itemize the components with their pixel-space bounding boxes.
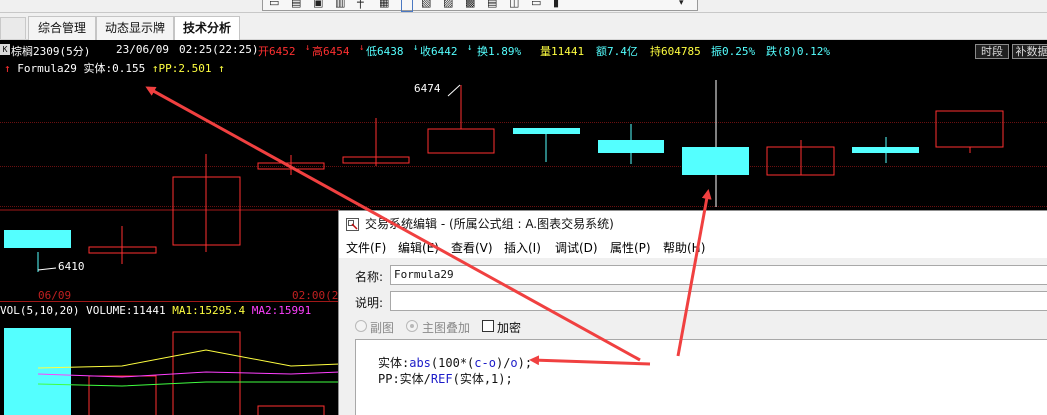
tab-bar: 综合管理 动态显示牌 技术分析 [0,13,1047,41]
toolbar-button-group: ▭ ▤ ▣ ▥ ┼ ▦ ▧ ▨ ▩ ▤ ◫ ▭ ▮ ▾ [262,0,698,12]
code-text: ); [517,356,533,370]
vol-name: VOL(5,10,20) [0,304,80,317]
ma1-line [37,349,340,369]
code-line-1: 实体:abs(100*(c-o)/o); [378,354,532,371]
code-text: PP:实体/ [378,372,431,386]
sub-chart-label: 副图 [370,321,395,335]
description-row: 说明: [339,291,1047,313]
compare-icon[interactable] [401,0,413,12]
high-price-label: 6474 [414,82,441,95]
drawing-icon[interactable]: ▤ [291,0,305,8]
candle-down [598,140,664,153]
candle-up [427,128,495,154]
main-overlay-radio[interactable] [406,320,418,332]
menu-properties[interactable]: 属性(P) [610,238,651,258]
menu-view[interactable]: 查看(V) [451,238,493,258]
encrypt-label: 加密 [497,321,522,335]
more-icon[interactable]: ▮ [553,0,567,8]
volume-chart [4,328,340,415]
menu-insert[interactable]: 插入(I) [504,238,541,258]
high-marker-line [447,84,461,97]
low-marker-line [37,267,57,271]
ma2-value: MA2:15991 [251,304,312,317]
formula-editor-dialog: 交易系统编辑 - (所属公式组 : A.图表交易系统) 文件(F) 编辑(E) … [338,210,1047,415]
layout-icon[interactable]: ▣ [313,0,327,8]
code-text: (实体,1); [452,372,513,386]
candle-up [935,110,1004,148]
indicator-icon[interactable]: ▦ [379,0,393,8]
volume-bar [257,405,325,415]
candle-down [682,147,749,175]
menu-debug[interactable]: 调试(D) [555,238,598,258]
tab-stub[interactable] [0,17,26,39]
volume-bar [4,328,71,415]
name-row: 名称: Formula29 [339,265,1047,287]
candle-down [852,147,919,153]
menu-file[interactable]: 文件(F) [346,238,386,258]
description-field[interactable] [390,291,1047,311]
trading-software-window: ▭ ▤ ▣ ▥ ┼ ▦ ▧ ▨ ▩ ▤ ◫ ▭ ▮ ▾ 综合管理 动态显示牌 技… [0,0,1047,415]
code-function: abs [409,356,431,370]
volume-bar [88,375,157,415]
code-text: )/ [495,356,511,370]
dialog-title: 交易系统编辑 - (所属公式组 : A.图表交易系统) [365,217,614,231]
ma3-line [37,381,340,387]
tab-quote-board[interactable]: 动态显示牌 [96,16,174,40]
sub-chart-radio[interactable] [355,320,367,332]
code-text: (100*( [430,356,475,370]
chart-icon[interactable]: ▭ [269,0,283,8]
list-icon[interactable]: ▤ [487,0,501,8]
cursor-icon[interactable]: ┼ [357,0,371,8]
vol-value: VOLUME:11441 [86,304,166,317]
dialog-title-bar[interactable]: 交易系统编辑 - (所属公式组 : A.图表交易系统) [339,211,1047,238]
date-axis: 06/09 02:00(2 [0,289,340,302]
code-text: 实体: [378,356,410,370]
encrypt-checkbox[interactable] [482,320,494,332]
main-overlay-label: 主图叠加 [422,321,471,335]
code-variable: o [510,356,518,370]
name-field[interactable]: Formula29 [390,265,1047,285]
window-icon[interactable]: ▨ [443,0,457,8]
code-function: REF [430,372,453,386]
tab-technical-analysis[interactable]: 技术分析 [174,16,240,41]
menu-help[interactable]: 帮助(H) [663,238,705,258]
options-row: 副图 主图叠加 加密 [339,317,1047,337]
candle-down [513,128,580,134]
pen-icon[interactable]: ▭ [531,0,545,8]
split-icon[interactable]: ▥ [335,0,349,8]
app-icon [346,218,359,231]
ma2-line [37,371,340,378]
tab-overview[interactable]: 综合管理 [28,16,96,40]
menu-edit[interactable]: 编辑(E) [398,238,439,258]
low-price-label: 6410 [58,260,85,273]
chevron-down-icon[interactable]: ▾ [679,0,693,8]
name-label: 名称: [355,270,384,284]
formula-code-editor[interactable]: 实体:abs(100*(c-o)/o); PP:实体/REF(实体,1); [355,339,1047,415]
ma1-value: MA1:15295.4 [172,304,246,317]
code-variable: c-o [474,356,496,370]
menu-bar: 文件(F) 编辑(E) 查看(V) 插入(I) 调试(D) 属性(P) 帮助(H… [339,238,1047,258]
hand-icon[interactable]: ◫ [509,0,523,8]
axis-separator [0,301,340,302]
toolbar: ▭ ▤ ▣ ▥ ┼ ▦ ▧ ▨ ▩ ▤ ◫ ▭ ▮ ▾ [0,0,1047,13]
grid-icon[interactable]: ▩ [465,0,479,8]
candle-down [4,230,71,248]
period-icon[interactable]: ▧ [421,0,435,8]
description-label: 说明: [355,296,384,310]
code-line-2: PP:实体/REF(实体,1); [378,370,513,387]
volume-indicator-line: VOL(5,10,20) VOLUME:11441 MA1:15295.4 MA… [0,304,311,317]
